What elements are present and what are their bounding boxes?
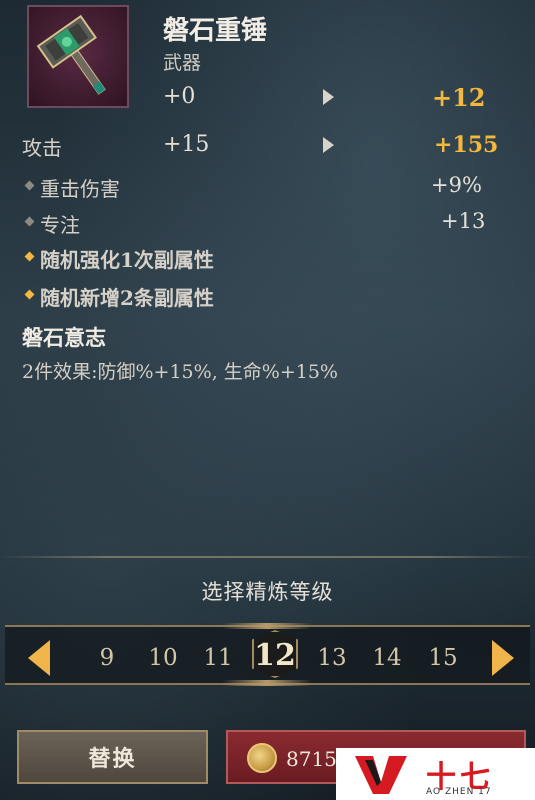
cost-value: 8715 <box>286 747 337 771</box>
level-option[interactable]: 14 <box>367 645 407 671</box>
selected-level[interactable]: 12 <box>252 638 298 673</box>
bonus-label: 随机强化1次副属性 <box>40 248 214 272</box>
watermark-subtext: AO ZHEN 17 <box>426 787 492 797</box>
refine-title: 选择精炼等级 <box>201 580 334 604</box>
item-type: 武器 <box>163 52 202 74</box>
diamond-icon <box>24 216 35 227</box>
diamond-icon <box>24 289 35 300</box>
substat-value: +13 <box>441 209 486 233</box>
replace-button[interactable]: 替换 <box>17 730 208 784</box>
attack-current: +15 <box>163 132 210 157</box>
arrow-right-icon <box>323 89 334 105</box>
divider <box>0 556 535 558</box>
prev-level-icon[interactable] <box>28 640 50 676</box>
bonus-label: 随机新增2条副属性 <box>40 286 214 310</box>
refine-current: +0 <box>163 84 196 109</box>
level-option[interactable]: 11 <box>198 645 238 671</box>
set-description: 2件效果:防御%+15%, 生命%+15% <box>22 361 338 383</box>
set-title: 磐石意志 <box>22 325 106 350</box>
ornament <box>222 680 312 686</box>
ornament <box>222 623 312 629</box>
replace-button-label: 替换 <box>88 746 137 772</box>
diamond-icon <box>24 251 35 262</box>
attack-next: +155 <box>434 132 499 158</box>
next-level-icon[interactable] <box>492 640 514 676</box>
substat-label: 专注 <box>40 213 80 237</box>
substat-label: 重击伤害 <box>40 177 120 201</box>
level-option[interactable]: 15 <box>423 645 463 671</box>
substat-value: +9% <box>431 173 482 197</box>
refine-next: +12 <box>432 83 486 112</box>
item-name: 磐石重锤 <box>163 16 268 46</box>
diamond-icon <box>24 180 35 191</box>
item-icon-frame <box>27 5 129 108</box>
level-option[interactable]: 9 <box>87 645 127 671</box>
arrow-right-icon <box>323 137 334 153</box>
logo-icon <box>355 756 407 794</box>
attack-label: 攻击 <box>22 136 62 160</box>
coin-icon <box>247 743 277 773</box>
level-option[interactable]: 10 <box>143 645 183 671</box>
hammer-icon <box>36 14 106 95</box>
level-option[interactable]: 13 <box>312 645 352 671</box>
